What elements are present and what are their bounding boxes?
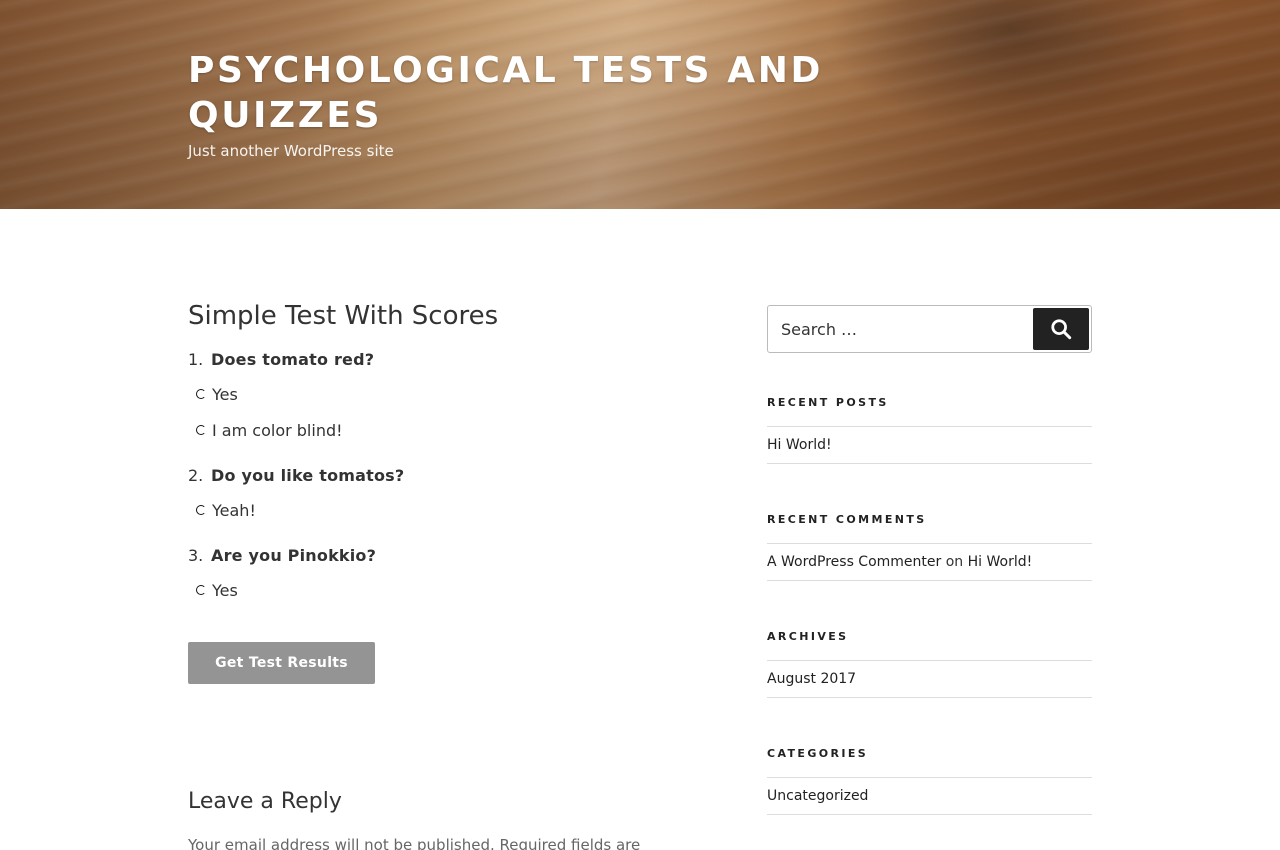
categories-widget: Categories Uncategorized xyxy=(767,747,1092,815)
question-2: 2. Do you like tomatos? Yeah! xyxy=(188,466,678,524)
site-branding: Psychological tests and quizzes Just ano… xyxy=(188,48,888,160)
question-header: 2. Do you like tomatos? xyxy=(188,466,678,496)
radio-button[interactable] xyxy=(196,505,206,515)
leave-reply-title: Leave a Reply xyxy=(188,789,342,814)
question-text: Are you Pinokkio? xyxy=(211,546,377,565)
archive-link[interactable]: August 2017 xyxy=(767,671,856,687)
search-input[interactable] xyxy=(769,307,1029,351)
list-item: Hi World! xyxy=(767,427,1092,464)
category-link[interactable]: Uncategorized xyxy=(767,788,868,804)
widget-title: Recent Posts xyxy=(767,396,889,409)
answer-option-yeah[interactable]: Yeah! xyxy=(188,496,678,524)
question-text: Do you like tomatos? xyxy=(211,466,405,485)
comment-post-link[interactable]: Hi World! xyxy=(968,554,1033,570)
answer-label: I am color blind! xyxy=(212,420,343,440)
sidebar: Recent Posts Hi World! Recent Comments A… xyxy=(767,305,1092,815)
widget-title: Archives xyxy=(767,630,849,643)
question-1: 1. Does tomato red? Yes I am color blind… xyxy=(188,350,678,444)
widget-title: Recent Comments xyxy=(767,513,927,526)
answer-label: Yes xyxy=(212,580,238,600)
question-number: 3. xyxy=(188,546,204,565)
get-test-results-button[interactable]: Get Test Results xyxy=(188,642,375,684)
main-content: Simple Test With Scores 1. Does tomato r… xyxy=(188,296,678,626)
comment-on-text: on xyxy=(945,554,964,570)
answer-option-yes[interactable]: Yes xyxy=(188,576,678,604)
list-item: A WordPress Commenter on Hi World! xyxy=(767,544,1092,581)
post-title: Simple Test With Scores xyxy=(188,301,499,331)
radio-button[interactable] xyxy=(196,425,206,435)
search-icon xyxy=(1051,319,1072,340)
list-item: Uncategorized xyxy=(767,778,1092,815)
answer-option-color-blind[interactable]: I am color blind! xyxy=(188,416,678,444)
answer-label: Yes xyxy=(212,384,238,404)
question-text: Does tomato red? xyxy=(211,350,375,369)
recent-post-link[interactable]: Hi World! xyxy=(767,437,832,453)
answer-label: Yeah! xyxy=(212,500,256,520)
radio-button[interactable] xyxy=(196,585,206,595)
categories-list: Uncategorized xyxy=(767,777,1092,815)
recent-comments-list: A WordPress Commenter on Hi World! xyxy=(767,543,1092,581)
archives-widget: Archives August 2017 xyxy=(767,630,1092,698)
site-title-link[interactable]: Psychological tests and quizzes xyxy=(188,48,888,138)
recent-posts-list: Hi World! xyxy=(767,426,1092,464)
archives-list: August 2017 xyxy=(767,660,1092,698)
question-header: 3. Are you Pinokkio? xyxy=(188,546,678,576)
question-number: 2. xyxy=(188,466,204,485)
site-tagline: Just another WordPress site xyxy=(188,142,394,160)
recent-posts-widget: Recent Posts Hi World! xyxy=(767,396,1092,464)
question-3: 3. Are you Pinokkio? Yes xyxy=(188,546,678,604)
answer-option-yes[interactable]: Yes xyxy=(188,380,678,408)
page: Psychological tests and quizzes Just ano… xyxy=(0,0,1280,850)
comment-notes: Your email address will not be published… xyxy=(188,836,641,850)
comment-author-link[interactable]: A WordPress Commenter xyxy=(767,554,941,570)
search-form xyxy=(767,305,1092,353)
quiz-form: 1. Does tomato red? Yes I am color blind… xyxy=(188,350,678,604)
radio-button[interactable] xyxy=(196,389,206,399)
widget-title: Categories xyxy=(767,747,869,760)
list-item: August 2017 xyxy=(767,661,1092,698)
site-header: Psychological tests and quizzes Just ano… xyxy=(0,0,1280,209)
question-header: 1. Does tomato red? xyxy=(188,350,678,380)
search-button[interactable] xyxy=(1033,308,1089,350)
recent-comments-widget: Recent Comments A WordPress Commenter on… xyxy=(767,513,1092,581)
question-number: 1. xyxy=(188,350,204,369)
